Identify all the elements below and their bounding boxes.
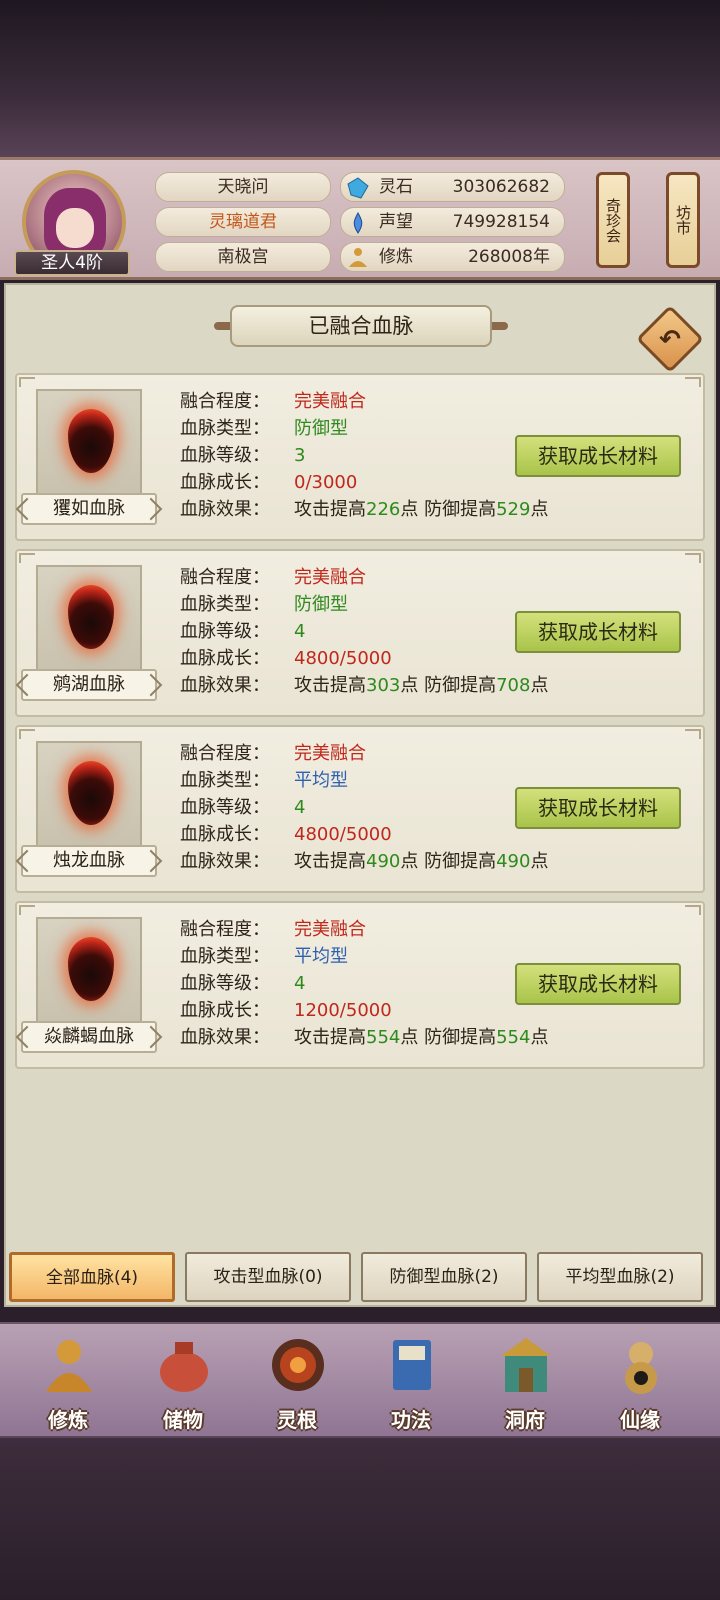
- effect-line: 血脉效果： 攻击提高303点 防御提高708点: [180, 675, 549, 696]
- blood-drop-icon: [68, 761, 114, 825]
- level-line: 血脉等级： 3: [180, 445, 306, 466]
- tab-attack-bloodlines[interactable]: 攻击型血脉(0): [185, 1252, 351, 1302]
- level-line: 血脉等级： 4: [180, 797, 306, 818]
- blood-drop-icon: [68, 409, 114, 473]
- bloodline-card: 焱麟蝎血脉 融合程度： 完美融合 血脉类型： 平均型 血脉等级： 4 血脉成长： 120…: [15, 901, 705, 1069]
- growth-line: 血脉成长： 4800/5000: [180, 648, 392, 669]
- bloodline-thumbnail[interactable]: [36, 565, 142, 671]
- nav-storage[interactable]: 储物: [133, 1330, 233, 1434]
- nav-cave-dwelling[interactable]: 洞府: [475, 1330, 575, 1434]
- card-corner: [19, 377, 35, 387]
- bloodline-thumbnail[interactable]: [36, 917, 142, 1023]
- bloodline-card: 玃如血脉 融合程度： 完美融合 血脉类型： 防御型 血脉等级： 3 血脉成长： 0/30…: [15, 373, 705, 541]
- technique-book-icon: [393, 1340, 431, 1390]
- card-corner: [19, 729, 35, 739]
- bloodline-name: 玃如血脉: [21, 493, 157, 525]
- card-corner: [685, 553, 701, 563]
- card-corner: [19, 905, 35, 915]
- type-line: 血脉类型： 平均型: [180, 946, 348, 967]
- growth-line: 血脉成长： 1200/5000: [180, 1000, 392, 1021]
- meditation-icon: [349, 248, 367, 267]
- player-location: 南极宫: [155, 242, 331, 272]
- stat-value: 268008年: [468, 247, 550, 267]
- get-growth-material-button[interactable]: 获取成长材料: [515, 963, 681, 1005]
- treasure-fair-button[interactable]: 奇珍会: [596, 172, 630, 268]
- bloodline-card: 鹓湖血脉 融合程度： 完美融合 血脉类型： 防御型 血脉等级： 4 血脉成长： 4800…: [15, 549, 705, 717]
- immortal-fate-icon: [625, 1342, 657, 1394]
- fusion-line: 融合程度： 完美融合: [180, 743, 366, 764]
- cultivation-icon: [46, 1340, 92, 1392]
- fusion-line: 融合程度： 完美融合: [180, 567, 366, 588]
- player-name: 天晓问: [155, 172, 331, 202]
- nav-spirit-root[interactable]: 灵根: [247, 1330, 347, 1434]
- effect-line: 血脉效果： 攻击提高490点 防御提高490点: [180, 851, 549, 872]
- stat-label: 修炼: [379, 247, 413, 267]
- get-growth-material-button[interactable]: 获取成长材料: [515, 611, 681, 653]
- tab-balanced-bloodlines[interactable]: 平均型血脉(2): [537, 1252, 703, 1302]
- type-line: 血脉类型： 防御型: [180, 418, 348, 439]
- card-corner: [685, 377, 701, 387]
- blood-drop-icon: [68, 585, 114, 649]
- rank-badge: 圣人4阶: [14, 250, 130, 276]
- growth-line: 血脉成长： 0/3000: [180, 472, 358, 493]
- spirit-root-icon: [272, 1339, 324, 1391]
- get-growth-material-button[interactable]: 获取成长材料: [515, 435, 681, 477]
- stat-label: 声望: [379, 212, 413, 232]
- fusion-line: 融合程度： 完美融合: [180, 919, 366, 940]
- spirit-stone-icon: [347, 177, 369, 199]
- bloodline-thumbnail[interactable]: [36, 741, 142, 847]
- stat-cultivation: 修炼 268008年: [340, 242, 565, 272]
- bloodline-thumbnail[interactable]: [36, 389, 142, 495]
- player-title: 灵璃道君: [155, 207, 331, 237]
- fusion-line: 融合程度： 完美融合: [180, 391, 366, 412]
- level-line: 血脉等级： 4: [180, 621, 306, 642]
- growth-line: 血脉成长： 4800/5000: [180, 824, 392, 845]
- reputation-icon: [353, 212, 363, 234]
- nav-technique[interactable]: 功法: [361, 1330, 461, 1434]
- cave-dwelling-icon: [501, 1338, 551, 1392]
- stat-reputation: 声望 749928154: [340, 207, 565, 237]
- bloodline-name: 焱麟蝎血脉: [21, 1021, 157, 1053]
- level-line: 血脉等级： 4: [180, 973, 306, 994]
- stat-spirit-stone: 灵石 303062682: [340, 172, 565, 202]
- nav-immortal-fate[interactable]: 仙缘: [590, 1330, 690, 1434]
- avatar-face: [56, 208, 94, 248]
- stat-value: 303062682: [452, 177, 550, 197]
- market-button[interactable]: 坊市: [666, 172, 700, 268]
- bloodline-name: 鹓湖血脉: [21, 669, 157, 701]
- bloodline-card: 烛龙血脉 融合程度： 完美融合 血脉类型： 平均型 血脉等级： 4 血脉成长： 4800…: [15, 725, 705, 893]
- get-growth-material-button[interactable]: 获取成长材料: [515, 787, 681, 829]
- back-arrow-icon: ↶: [659, 325, 681, 355]
- nav-cultivation[interactable]: 修炼: [18, 1330, 118, 1434]
- card-corner: [685, 729, 701, 739]
- player-header: 圣人4阶 天晓问 灵璃道君 南极宫 灵石 303062682 声望 749928…: [0, 157, 720, 280]
- effect-line: 血脉效果： 攻击提高226点 防御提高529点: [180, 499, 549, 520]
- bloodline-name: 烛龙血脉: [21, 845, 157, 877]
- top-background: [0, 0, 720, 160]
- stat-label: 灵石: [379, 177, 413, 197]
- type-line: 血脉类型： 平均型: [180, 770, 348, 791]
- panel-title: 已融合血脉: [230, 305, 492, 347]
- type-line: 血脉类型： 防御型: [180, 594, 348, 615]
- tab-all-bloodlines[interactable]: 全部血脉(4): [9, 1252, 175, 1302]
- bottom-background: [0, 1438, 720, 1600]
- stat-value: 749928154: [452, 212, 550, 232]
- tab-defense-bloodlines[interactable]: 防御型血脉(2): [361, 1252, 527, 1302]
- blood-drop-icon: [68, 937, 114, 1001]
- effect-line: 血脉效果： 攻击提高554点 防御提高554点: [180, 1027, 549, 1048]
- storage-bag-icon: [160, 1342, 208, 1392]
- card-corner: [19, 553, 35, 563]
- card-corner: [685, 905, 701, 915]
